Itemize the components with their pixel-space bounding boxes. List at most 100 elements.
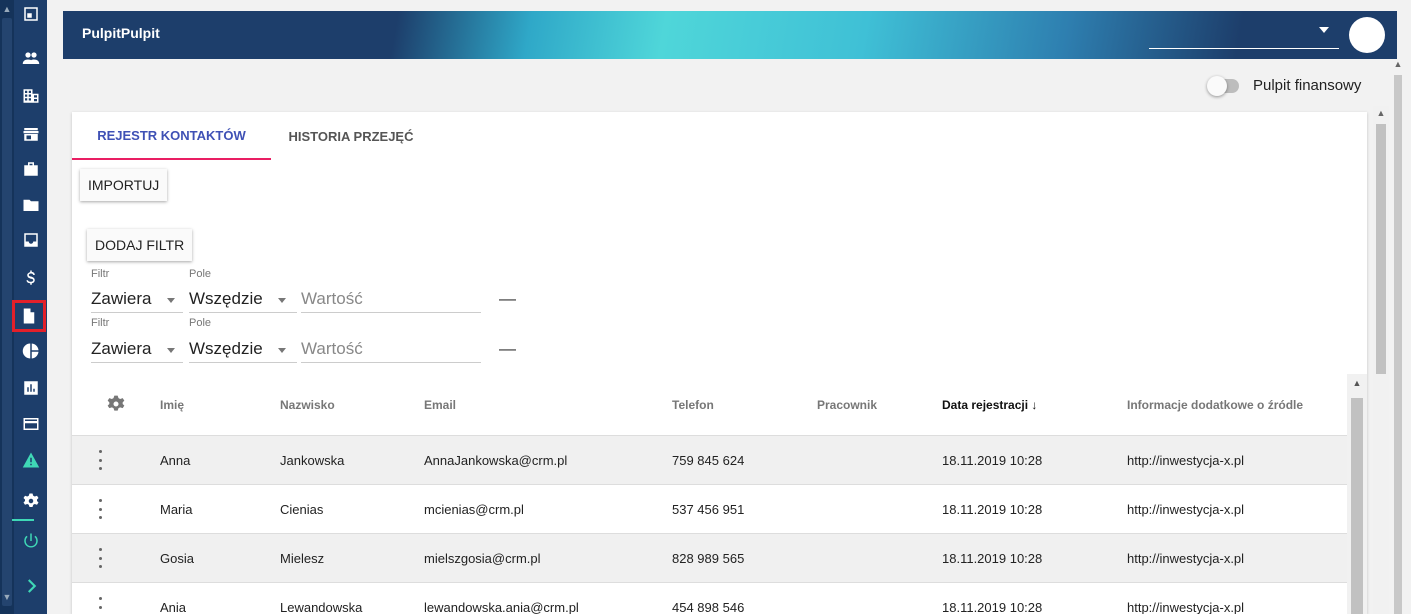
table-row[interactable]: Ania Lewandowska lewandowska.ania@crm.pl… [72,583,1347,614]
cell-phone: 828 989 565 [672,551,745,566]
cell-last-name: Jankowska [280,453,345,468]
filter-1-remove-button[interactable]: — [499,289,516,309]
header-dropdown-chevron-down-icon[interactable] [1319,27,1329,33]
cell-email: mielszgosia@crm.pl [424,551,541,566]
sidebar-item-card[interactable] [14,410,47,438]
finance-dashboard-toggle[interactable] [1207,76,1239,96]
card-icon [23,418,38,430]
inbox-icon [23,233,38,247]
cell-source-info: http://inwestycja-x.pl [1127,453,1245,468]
column-header-email[interactable]: Email [424,398,456,412]
tab-bar: REJESTR KONTAKTÓW HISTORIA PRZEJĘĆ [72,112,472,160]
sidebar-divider [12,519,34,521]
sidebar-item-folder[interactable] [14,191,47,219]
column-header-registration-date[interactable]: Data rejestracji ↓ [942,398,1037,412]
dashboard-icon [23,7,38,21]
column-header-source-info[interactable]: Informacje dodatkowe o źródle [1127,398,1303,412]
chevron-down-icon [167,298,175,303]
filter-2-field-select[interactable]: Wszędzie [189,339,297,363]
table-header: Imię Nazwisko Email Telefon Pracownik Da… [72,374,1347,436]
table-row[interactable]: Maria Cienias mcienias@crm.pl 537 456 95… [72,485,1347,534]
column-header-employee[interactable]: Pracownik [817,398,877,412]
page-scrollbar[interactable]: ▲ [1391,59,1405,614]
cell-source-info: http://inwestycja-x.pl [1127,600,1245,614]
sidebar-scroll-down-icon[interactable]: ▼ [0,590,14,604]
sort-descending-icon: ↓ [1031,398,1038,412]
tab-takeover-history[interactable]: HISTORIA PRZEJĘĆ [271,112,431,160]
avatar[interactable] [1349,17,1385,53]
contacts-card: REJESTR KONTAKTÓW HISTORIA PRZEJĘĆ IMPOR… [72,112,1367,614]
header-select-underline [1149,48,1339,49]
cell-email: AnnaJankowska@crm.pl [424,453,568,468]
settings-icon [23,493,38,507]
toggle-knob[interactable] [1207,76,1227,96]
chevron-down-icon [278,298,286,303]
sidebar-item-people[interactable] [14,44,47,72]
sidebar-item-logout[interactable] [14,527,47,555]
add-filter-button[interactable]: DODAJ FILTR [87,229,193,261]
cell-phone: 759 845 624 [672,453,745,468]
pie-chart-icon [22,343,38,359]
cell-registration-date: 18.11.2019 10:28 [942,453,1043,468]
cell-first-name: Maria [160,502,193,517]
sidebar-item-finance[interactable] [14,264,47,292]
table-scrollbar[interactable]: ▲ [1347,374,1367,614]
filter-1-field-value: Wszędzie [189,289,263,308]
column-header-last-name[interactable]: Nazwisko [280,398,335,412]
sidebar-item-inbox[interactable] [14,226,47,254]
chevron-down-icon [278,348,286,353]
table-scroll-up-icon[interactable]: ▲ [1347,378,1367,388]
table-row[interactable]: Anna Jankowska AnnaJankowska@crm.pl 759 … [72,436,1347,485]
table-row[interactable]: Gosia Mielesz mielszgosia@crm.pl 828 989… [72,534,1347,583]
sidebar-item-store[interactable] [14,120,47,148]
sidebar-item-expand[interactable] [14,572,47,600]
filter-1-field-select[interactable]: Wszędzie [189,289,297,313]
table-scroll-thumb[interactable] [1351,398,1363,614]
row-menu-button[interactable] [96,548,104,568]
filter-2-type-select[interactable]: Zawiera [91,339,183,363]
card-scrollbar[interactable]: ▲ [1373,106,1389,614]
sidebar-item-briefcase[interactable] [14,155,47,183]
top-bar: Pulpit finansowy [63,59,1397,111]
row-menu-button[interactable] [96,450,104,470]
cell-last-name: Cienias [280,502,324,517]
column-header-phone[interactable]: Telefon [672,398,714,412]
import-button[interactable]: IMPORTUJ [80,169,168,201]
sidebar-item-building[interactable] [14,82,47,110]
chevron-down-icon [167,348,175,353]
sidebar-item-settings[interactable] [14,487,47,515]
page-scroll-up-icon[interactable]: ▲ [1391,59,1405,71]
cell-phone: 537 456 951 [672,502,745,517]
filter-2-field-label: Pole [189,317,212,329]
tab-contact-register[interactable]: REJESTR KONTAKTÓW [72,112,271,160]
page-scroll-thumb[interactable] [1394,75,1402,614]
row-menu-button[interactable] [96,499,104,519]
card-scroll-thumb[interactable] [1376,124,1386,374]
filter-1-type-select[interactable]: Zawiera [91,289,183,313]
column-settings-button[interactable] [106,394,126,419]
cell-email: mcienias@crm.pl [424,502,524,517]
filter-1-value-input[interactable]: Wartość [301,289,481,313]
cell-last-name: Mielesz [280,551,325,566]
row-menu-button[interactable] [96,597,104,614]
filter-2-remove-button[interactable]: — [499,339,516,359]
chevron-right-icon [27,579,36,593]
filter-2-value-input[interactable]: Wartość [301,339,481,363]
cell-first-name: Anna [160,453,191,468]
cell-first-name: Gosia [160,551,194,566]
folder-icon [23,199,38,211]
sidebar-item-documents[interactable] [12,300,46,332]
sidebar-item-dashboard[interactable] [14,0,47,28]
sidebar-item-pie-chart[interactable] [14,337,47,365]
filter-1-field-label: Pole [189,268,212,280]
card-scroll-up-icon[interactable]: ▲ [1373,108,1389,118]
sidebar-scroll-thumb[interactable] [2,18,12,606]
sidebar-icon-list [12,0,47,614]
finance-dashboard-toggle-label: Pulpit finansowy [1253,77,1362,94]
sidebar-item-warning[interactable] [14,446,47,474]
sidebar-item-bar-chart[interactable] [14,374,47,402]
sidebar-scroll-up-icon[interactable]: ▲ [0,2,14,16]
cell-first-name: Ania [160,600,187,614]
column-header-first-name[interactable]: Imię [160,398,184,412]
filter-2-field-value: Wszędzie [189,339,263,358]
